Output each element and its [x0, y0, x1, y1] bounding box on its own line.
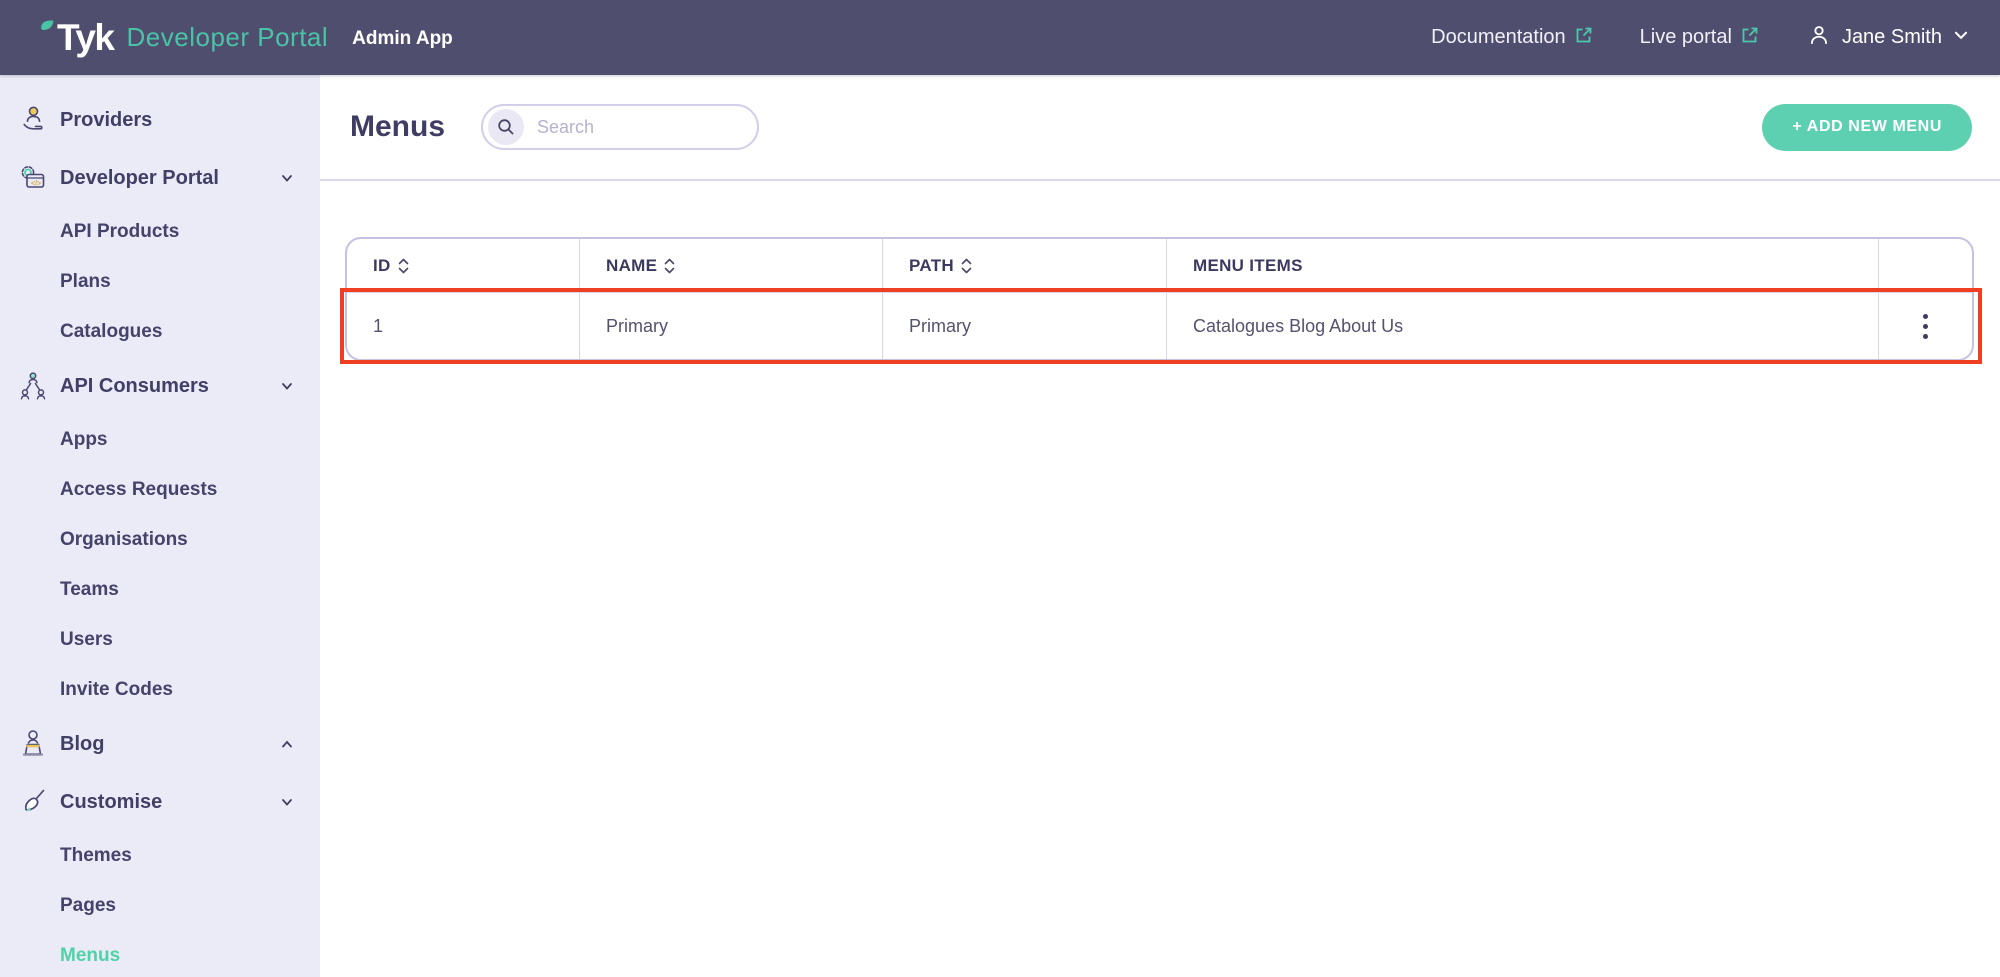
sidebar-item-label: Organisations: [60, 529, 188, 551]
sidebar-item-plans[interactable]: Plans: [0, 257, 320, 307]
sidebar-item-access-requests[interactable]: Access Requests: [0, 465, 320, 515]
live-portal-label: Live portal: [1640, 26, 1732, 49]
sidebar-item-label: Pages: [60, 895, 116, 917]
chevron-down-icon: [1952, 26, 1970, 50]
sidebar-item-label: Providers: [60, 109, 152, 132]
app-label: Admin App: [352, 28, 453, 50]
sidebar-item-api-products[interactable]: API Products: [0, 207, 320, 257]
page-header: Menus + ADD NEW MENU: [320, 75, 2000, 181]
sidebar-item-teams[interactable]: Teams: [0, 565, 320, 615]
sidebar-item-label: API Products: [60, 221, 179, 243]
documentation-link[interactable]: Documentation: [1431, 25, 1594, 51]
sidebar-item-label: Access Requests: [60, 479, 217, 501]
sidebar-item-organisations[interactable]: Organisations: [0, 515, 320, 565]
sidebar-item-catalogues[interactable]: Catalogues: [0, 307, 320, 357]
column-label: PATH: [909, 256, 954, 276]
external-link-icon: [1574, 25, 1594, 51]
column-header-name[interactable]: NAME: [580, 239, 883, 293]
live-portal-link[interactable]: Live portal: [1640, 25, 1760, 51]
search-input[interactable]: [524, 117, 724, 138]
api-consumers-icon: [14, 367, 52, 405]
sort-icon: [398, 258, 409, 274]
column-label: ID: [373, 256, 391, 276]
menus-table: ID NAME PATH: [345, 237, 1974, 361]
chevron-down-icon: [280, 795, 294, 809]
column-header-menu-items: MENU ITEMS: [1167, 239, 1879, 293]
svg-text:</>: </>: [31, 181, 41, 188]
user-name: Jane Smith: [1842, 26, 1942, 49]
sidebar-item-apps[interactable]: Apps: [0, 415, 320, 465]
sidebar-item-providers[interactable]: Providers: [0, 91, 320, 149]
column-header-path[interactable]: PATH: [883, 239, 1167, 293]
chevron-down-icon: [280, 379, 294, 393]
cell-name: Primary: [580, 293, 883, 359]
logo-product-name: Developer Portal: [127, 22, 329, 53]
external-link-icon: [1740, 25, 1760, 51]
sidebar-item-label: Themes: [60, 845, 132, 867]
cell-id: 1: [347, 293, 580, 359]
sidebar-item-label: Menus: [60, 945, 120, 967]
cell-menu-items: Catalogues Blog About Us: [1167, 293, 1879, 359]
cell-actions: [1879, 293, 1972, 359]
add-new-menu-button[interactable]: + ADD NEW MENU: [1762, 104, 1972, 151]
column-header-id[interactable]: ID: [347, 239, 580, 293]
sidebar-item-menus[interactable]: Menus: [0, 931, 320, 977]
sort-icon: [961, 258, 972, 274]
sidebar-item-pages[interactable]: Pages: [0, 881, 320, 931]
developer-portal-icon: </>: [14, 159, 52, 197]
customise-icon: [14, 783, 52, 821]
chevron-down-icon: [280, 171, 294, 185]
sidebar-item-invite-codes[interactable]: Invite Codes: [0, 665, 320, 715]
sidebar-item-label: Users: [60, 629, 113, 651]
column-label: NAME: [606, 256, 657, 276]
chevron-up-icon: [280, 737, 294, 751]
sidebar-item-api-consumers[interactable]: API Consumers: [0, 357, 320, 415]
sidebar-item-label: Customise: [60, 791, 162, 814]
top-bar: Tyk Developer Portal Admin App Documenta…: [0, 0, 2000, 75]
sidebar-item-label: Developer Portal: [60, 167, 219, 190]
sidebar-item-label: Blog: [60, 733, 104, 756]
sidebar-item-label: Plans: [60, 271, 111, 293]
sidebar-item-label: Apps: [60, 429, 108, 451]
sidebar: Providers </> Developer Portal API Produ…: [0, 75, 320, 977]
logo-text: Tyk: [57, 17, 114, 59]
sidebar-item-themes[interactable]: Themes: [0, 831, 320, 881]
sidebar-item-label: API Consumers: [60, 375, 209, 398]
table-row[interactable]: 1 Primary Primary Catalogues Blog About …: [347, 293, 1972, 359]
search-icon: [488, 109, 524, 145]
sidebar-item-label: Teams: [60, 579, 119, 601]
tyk-logo: Tyk Developer Portal: [40, 17, 328, 59]
cell-path: Primary: [883, 293, 1167, 359]
sidebar-item-label: Invite Codes: [60, 679, 173, 701]
column-header-actions: [1879, 239, 1972, 293]
sidebar-item-label: Catalogues: [60, 321, 162, 343]
user-menu[interactable]: Jane Smith: [1806, 22, 1970, 54]
column-label: MENU ITEMS: [1193, 256, 1303, 276]
sidebar-item-users[interactable]: Users: [0, 615, 320, 665]
search-box: [481, 104, 759, 150]
documentation-label: Documentation: [1431, 26, 1566, 49]
providers-icon: [14, 101, 52, 139]
row-actions-kebab-icon[interactable]: [1913, 304, 1938, 349]
sort-icon: [664, 258, 675, 274]
page-title: Menus: [350, 110, 445, 144]
table-header-row: ID NAME PATH: [347, 239, 1972, 293]
sidebar-item-developer-portal[interactable]: </> Developer Portal: [0, 149, 320, 207]
menus-table-wrap: ID NAME PATH: [345, 237, 1974, 361]
sidebar-item-blog[interactable]: Blog: [0, 715, 320, 773]
topbar-links: Documentation Live portal Jane Smith: [1431, 22, 1970, 54]
tyk-leaf-icon: [40, 19, 55, 37]
user-icon: [1806, 22, 1832, 54]
sidebar-item-customise[interactable]: Customise: [0, 773, 320, 831]
main-content: Menus + ADD NEW MENU ID: [320, 75, 2000, 977]
blog-icon: [14, 725, 52, 763]
